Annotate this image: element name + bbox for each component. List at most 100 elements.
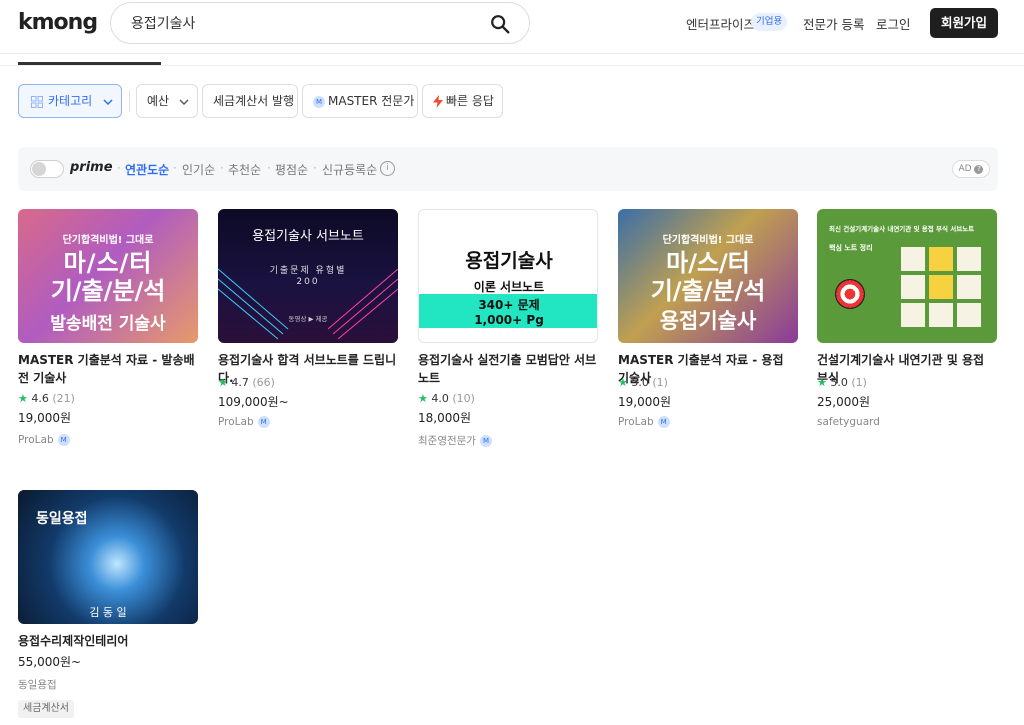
info-icon[interactable]: i bbox=[380, 161, 395, 176]
thumb-text: 김 동 일 bbox=[89, 606, 127, 619]
gig-title[interactable]: MASTER 기출분석 자료 - 발송배전 기술사 bbox=[18, 351, 198, 387]
thumb-text: 발송배전 기술사 bbox=[50, 314, 166, 334]
icon-grid bbox=[901, 247, 985, 327]
sort-rating[interactable]: 평점순 bbox=[275, 161, 308, 178]
thumb-text: 동일용접 bbox=[36, 511, 88, 527]
master-filter-label: MASTER 전문가 bbox=[328, 94, 415, 108]
gig-rating: ★ 5.0 (1) bbox=[618, 376, 668, 389]
separator-dot: · bbox=[313, 161, 317, 175]
seller-name[interactable]: ProLab M bbox=[218, 416, 270, 428]
budget-filter-button[interactable]: 예산 bbox=[136, 84, 198, 118]
gig-thumbnail[interactable]: 단기합격비법! 그대로 마/스/터 기/출/분/석 발송배전 기술사 bbox=[18, 209, 198, 343]
tab-divider bbox=[0, 65, 1024, 66]
star-icon: ★ bbox=[218, 376, 228, 389]
seller-label: ProLab bbox=[18, 434, 54, 446]
gig-price: 55,000원~ bbox=[18, 655, 82, 669]
master-expert-filter-button[interactable]: M MASTER 전문가 bbox=[302, 84, 418, 118]
sort-relevance[interactable]: 연관도순 bbox=[125, 161, 169, 178]
gig-price: 109,000원~ bbox=[218, 395, 289, 409]
safety-icon bbox=[929, 303, 953, 327]
seller-name[interactable]: ProLab M bbox=[18, 434, 70, 446]
tax-invoice-filter-button[interactable]: 세금계산서 발행 bbox=[202, 84, 298, 118]
enterprise-badge: 기업용 bbox=[751, 13, 788, 31]
nav-login[interactable]: 로그인 bbox=[876, 14, 911, 33]
gig-title[interactable]: 용접기술사 실전기출 모범답안 서브노트 bbox=[418, 351, 598, 387]
filter-separator bbox=[129, 90, 130, 112]
master-badge-icon: M bbox=[257, 416, 270, 428]
rating-value: 4.0 bbox=[431, 392, 449, 405]
gig-thumbnail[interactable]: 단기합격비법! 그대로 마/스/터 기/출/분/석 용접기술사 bbox=[618, 209, 798, 343]
kmong-logo[interactable]: kmong bbox=[18, 10, 98, 35]
category-filter-label: 카테고리 bbox=[48, 94, 93, 108]
gig-thumbnail[interactable]: 동일용접 김 동 일 bbox=[18, 490, 198, 624]
sort-popular[interactable]: 인기순 bbox=[182, 161, 215, 178]
separator-dot: · bbox=[267, 161, 271, 175]
review-count: (10) bbox=[452, 392, 475, 405]
seller-name[interactable]: safetyguard bbox=[817, 416, 880, 428]
master-badge-icon: M bbox=[313, 95, 325, 108]
search-bar[interactable] bbox=[110, 2, 530, 44]
search-icon[interactable] bbox=[489, 13, 511, 35]
gig-title[interactable]: 용접수리제작인테리어 bbox=[18, 632, 198, 650]
thumb-text: 기/출/분/석 bbox=[650, 277, 766, 305]
review-count: (21) bbox=[52, 392, 75, 405]
seller-label: ProLab bbox=[218, 416, 254, 428]
sort-recommended[interactable]: 추천순 bbox=[228, 161, 261, 178]
ad-badge[interactable]: AD ? bbox=[952, 160, 990, 178]
gig-rating: ★ 4.0 (10) bbox=[418, 392, 475, 405]
gig-rating: ★ 4.7 (66) bbox=[218, 376, 275, 389]
gig-thumbnail[interactable]: 용접기술사 이론 서브노트 340+ 문제 1,000+ Pg bbox=[418, 209, 598, 343]
review-count: (1) bbox=[652, 376, 668, 389]
safety-icon bbox=[929, 247, 953, 271]
thumb-text: 용접기술사 bbox=[659, 309, 757, 333]
category-filter-button[interactable]: 카테고리 bbox=[18, 84, 122, 118]
prime-label: prime bbox=[70, 160, 113, 175]
help-icon: ? bbox=[974, 165, 984, 174]
rating-value: 5.0 bbox=[631, 376, 649, 389]
gig-price: 19,000원 bbox=[618, 395, 672, 409]
safety-icon bbox=[957, 247, 981, 271]
thumb-text: 동영상 ▶ 제공 bbox=[288, 315, 328, 323]
tax-invoice-tag: 세금계산서 bbox=[18, 700, 74, 718]
signup-button[interactable]: 회원가입 bbox=[930, 8, 998, 38]
review-count: (1) bbox=[851, 376, 867, 389]
budget-filter-label: 예산 bbox=[147, 94, 170, 108]
gig-rating: ★ 5.0 (1) bbox=[817, 376, 867, 389]
thumb-text: 용접기술사 bbox=[465, 250, 553, 272]
search-input[interactable] bbox=[131, 11, 471, 35]
star-icon: ★ bbox=[817, 376, 827, 389]
gig-thumbnail[interactable]: 용접기술사 서브노트 기출문제 유형별 200 동영상 ▶ 제공 bbox=[218, 209, 398, 343]
star-icon: ★ bbox=[418, 392, 428, 405]
prime-toggle[interactable] bbox=[30, 160, 64, 178]
seller-label: ProLab bbox=[618, 416, 654, 428]
rating-value: 4.6 bbox=[31, 392, 49, 405]
seller-name[interactable]: 동일용접 bbox=[18, 677, 57, 692]
nav-expert-register[interactable]: 전문가 등록 bbox=[803, 14, 864, 33]
gig-thumbnail[interactable]: 최신 건설기계기술사 내연기관 및 용접 부식 서브노트 핵심 노트 정리 bbox=[817, 209, 997, 343]
ad-label: AD bbox=[958, 164, 972, 174]
seller-label: 최준영전문가 bbox=[418, 435, 476, 447]
thumb-text: 용접기술사 서브노트 bbox=[252, 229, 364, 244]
master-badge-icon: M bbox=[479, 435, 492, 447]
rating-value: 4.7 bbox=[231, 376, 249, 389]
safety-icon bbox=[901, 247, 925, 271]
safety-icon bbox=[957, 303, 981, 327]
lightning-icon bbox=[433, 95, 443, 108]
seller-name[interactable]: 최준영전문가 M bbox=[418, 433, 492, 448]
seller-name[interactable]: ProLab M bbox=[618, 416, 670, 428]
fast-reply-filter-button[interactable]: 빠른 응답 bbox=[422, 84, 503, 118]
gig-price: 19,000원 bbox=[18, 411, 72, 425]
target-icon bbox=[835, 279, 865, 309]
separator-dot: · bbox=[173, 161, 177, 175]
safety-icon bbox=[901, 303, 925, 327]
gig-price: 18,000원 bbox=[418, 411, 472, 425]
star-icon: ★ bbox=[618, 376, 628, 389]
grid-icon bbox=[31, 95, 43, 108]
review-count: (66) bbox=[252, 376, 275, 389]
star-icon: ★ bbox=[18, 392, 28, 405]
safety-icon bbox=[929, 275, 953, 299]
sort-newest[interactable]: 신규등록순 bbox=[322, 161, 377, 178]
nav-enterprise[interactable]: 엔터프라이즈 bbox=[686, 14, 755, 33]
separator-dot: · bbox=[220, 161, 224, 175]
thumb-text: 340+ 문제 bbox=[478, 298, 540, 312]
